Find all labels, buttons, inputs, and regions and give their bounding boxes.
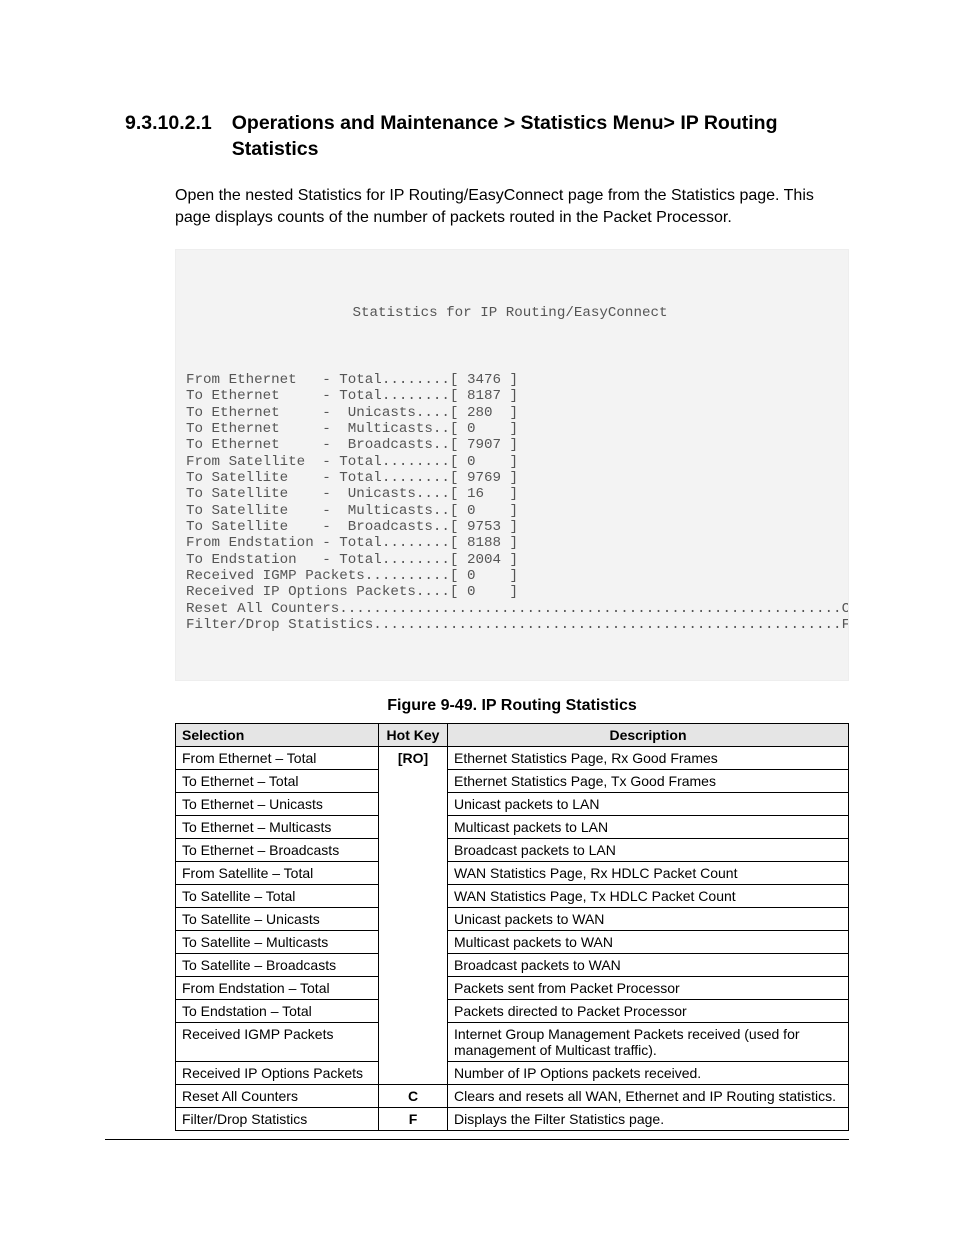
cell-hotkey (379, 838, 448, 861)
table-row: To Endstation – Total Packets directed to… (176, 999, 849, 1022)
col-description: Description (448, 723, 849, 746)
col-hotkey: Hot Key (379, 723, 448, 746)
terminal-screenshot: Statistics for IP Routing/EasyConnect Fr… (175, 249, 849, 681)
cell-description: Ethernet Statistics Page, Rx Good Frames (448, 746, 849, 769)
cell-selection: To Satellite – Multicasts (176, 930, 379, 953)
table-row: To Ethernet – Multicasts Multicast packet… (176, 815, 849, 838)
cell-description: WAN Statistics Page, Tx HDLC Packet Coun… (448, 884, 849, 907)
page: 9.3.10.2.1 Operations and Maintenance > … (0, 0, 954, 1235)
cell-selection: To Ethernet – Broadcasts (176, 838, 379, 861)
cell-hotkey (379, 769, 448, 792)
cell-selection: To Endstation – Total (176, 999, 379, 1022)
table-row: To Satellite – Total WAN Statistics Page,… (176, 884, 849, 907)
cell-hotkey (379, 907, 448, 930)
cell-description: Broadcast packets to WAN (448, 953, 849, 976)
cell-hotkey (379, 976, 448, 999)
cell-hotkey (379, 953, 448, 976)
cell-selection: To Satellite – Broadcasts (176, 953, 379, 976)
cell-hotkey: F (379, 1107, 448, 1130)
spec-table: Selection Hot Key Description From Ether… (175, 723, 849, 1131)
col-selection: Selection (176, 723, 379, 746)
table-row: Received IGMP Packets Internet Group Mana… (176, 1022, 849, 1061)
cell-description: Packets sent from Packet Processor (448, 976, 849, 999)
table-row: From Endstation – Total Packets sent from… (176, 976, 849, 999)
cell-selection: Reset All Counters (176, 1084, 379, 1107)
section-title: Operations and Maintenance > Statistics … (232, 110, 849, 163)
table-row: To Satellite – Multicasts Multicast packe… (176, 930, 849, 953)
table-row: To Satellite – Broadcasts Broadcast packe… (176, 953, 849, 976)
cell-selection: To Satellite – Unicasts (176, 907, 379, 930)
cell-description: Displays the Filter Statistics page. (448, 1107, 849, 1130)
cell-selection: To Ethernet – Total (176, 769, 379, 792)
cell-selection: From Ethernet – Total (176, 746, 379, 769)
section-heading: 9.3.10.2.1 Operations and Maintenance > … (125, 110, 849, 163)
cell-hotkey (379, 930, 448, 953)
cell-description: Clears and resets all WAN, Ethernet and … (448, 1084, 849, 1107)
cell-description: Packets directed to Packet Processor (448, 999, 849, 1022)
terminal-title: Statistics for IP Routing/EasyConnect (176, 305, 848, 321)
cell-description: Multicast packets to WAN (448, 930, 849, 953)
cell-hotkey: C (379, 1084, 448, 1107)
cell-description: Number of IP Options packets received. (448, 1061, 849, 1084)
cell-selection: From Satellite – Total (176, 861, 379, 884)
cell-hotkey: [RO] (379, 746, 448, 769)
table-row: Reset All CountersCClears and resets all… (176, 1084, 849, 1107)
table-row: From Ethernet – Total[RO]Ethernet Statis… (176, 746, 849, 769)
cell-selection: Received IGMP Packets (176, 1022, 379, 1061)
table-row: To Ethernet – Broadcasts Broadcast packet… (176, 838, 849, 861)
table-row: To Ethernet – Unicasts Unicast packets to… (176, 792, 849, 815)
cell-hotkey (379, 815, 448, 838)
cell-description: WAN Statistics Page, Rx HDLC Packet Coun… (448, 861, 849, 884)
figure-caption: Figure 9-49. IP Routing Statistics (175, 697, 849, 715)
cell-selection: From Endstation – Total (176, 976, 379, 999)
table-row: To Ethernet – Total Ethernet Statistics P… (176, 769, 849, 792)
cell-description: Unicast packets to WAN (448, 907, 849, 930)
table-row: Received IP Options Packets Number of IP … (176, 1061, 849, 1084)
table-row: From Satellite – Total WAN Statistics Pag… (176, 861, 849, 884)
cell-hotkey (379, 792, 448, 815)
cell-hotkey (379, 884, 448, 907)
cell-description: Unicast packets to LAN (448, 792, 849, 815)
cell-description: Ethernet Statistics Page, Tx Good Frames (448, 769, 849, 792)
cell-selection: Received IP Options Packets (176, 1061, 379, 1084)
intro-paragraph: Open the nested Statistics for IP Routin… (175, 185, 849, 230)
cell-description: Internet Group Management Packets receiv… (448, 1022, 849, 1061)
cell-hotkey (379, 1022, 448, 1061)
cell-selection: To Ethernet – Unicasts (176, 792, 379, 815)
footer-rule (105, 1139, 849, 1140)
cell-selection: Filter/Drop Statistics (176, 1107, 379, 1130)
cell-selection: To Satellite – Total (176, 884, 379, 907)
cell-hotkey (379, 861, 448, 884)
cell-description: Broadcast packets to LAN (448, 838, 849, 861)
cell-description: Multicast packets to LAN (448, 815, 849, 838)
section-number: 9.3.10.2.1 (125, 110, 212, 163)
terminal-body: From Ethernet - Total........[ 3476 ] To… (176, 372, 848, 633)
cell-hotkey (379, 999, 448, 1022)
table-row: To Satellite – Unicasts Unicast packets t… (176, 907, 849, 930)
table-row: Filter/Drop StatisticsFDisplays the Filt… (176, 1107, 849, 1130)
cell-hotkey (379, 1061, 448, 1084)
cell-selection: To Ethernet – Multicasts (176, 815, 379, 838)
